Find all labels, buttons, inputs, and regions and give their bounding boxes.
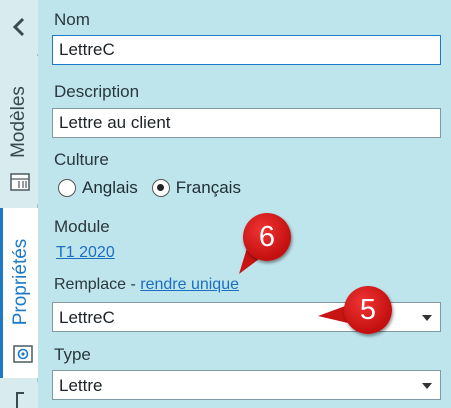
- callout-badge-5: 5: [344, 286, 392, 334]
- replaces-label: Remplace -: [54, 276, 141, 293]
- properties-icon: [13, 345, 33, 363]
- radio-francais-label[interactable]: Français: [176, 178, 241, 198]
- chevron-down-icon: [422, 383, 432, 389]
- type-label: Type: [54, 345, 91, 364]
- tab-properties-label: Propriétés: [9, 238, 31, 326]
- tab-next[interactable]: [0, 382, 38, 408]
- chevron-left-icon: [12, 17, 25, 37]
- name-input[interactable]: [52, 35, 441, 65]
- culture-label: Culture: [54, 150, 109, 169]
- module-link[interactable]: T1 2020: [56, 244, 115, 262]
- radio-anglais-label[interactable]: Anglais: [82, 178, 138, 198]
- module-label: Module: [54, 217, 110, 236]
- side-tab-rail: Modèles Propriétés: [0, 0, 38, 408]
- chevron-down-icon: [422, 315, 432, 321]
- type-select[interactable]: Lettre: [52, 370, 441, 400]
- culture-radio-group: Anglais Français: [58, 176, 255, 200]
- tab-next-icon: [16, 392, 24, 408]
- properties-panel: Nom Description Culture Anglais Français…: [38, 0, 451, 408]
- type-value: Lettre: [59, 376, 103, 395]
- callout-badge-6: 6: [243, 213, 291, 261]
- replaces-label-row: Remplace - rendre unique: [54, 276, 239, 294]
- description-input[interactable]: [52, 108, 441, 138]
- name-label: Nom: [54, 10, 90, 29]
- replaces-value: LettreC: [59, 308, 115, 327]
- description-label: Description: [54, 82, 140, 101]
- template-icon: [10, 173, 30, 191]
- radio-francais[interactable]: [151, 179, 170, 197]
- radio-anglais[interactable]: [58, 179, 76, 197]
- tab-models-label: Modèles: [8, 86, 29, 158]
- collapse-panel-button[interactable]: [0, 0, 38, 54]
- make-unique-link[interactable]: rendre unique: [140, 276, 239, 293]
- tab-properties[interactable]: Propriétés: [0, 208, 38, 378]
- tab-models[interactable]: Modèles: [0, 56, 38, 204]
